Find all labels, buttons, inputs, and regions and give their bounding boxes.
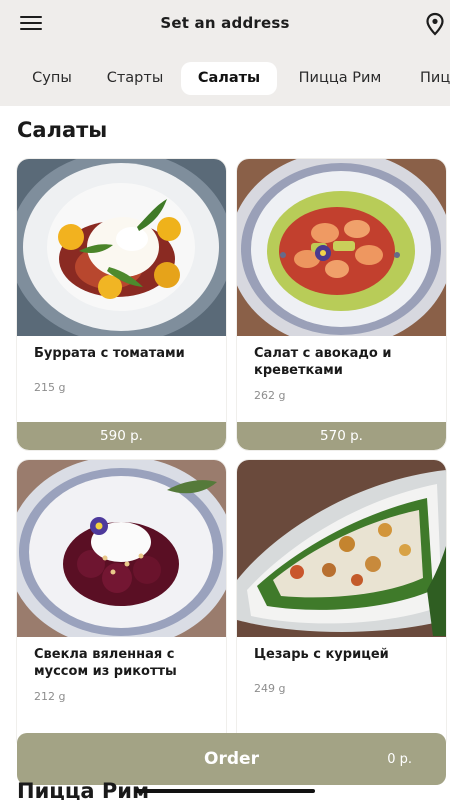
product-weight: 215 g (34, 381, 66, 394)
section-title: Салаты (17, 118, 108, 142)
product-photo (237, 159, 446, 336)
order-label: Order (204, 749, 259, 769)
order-total: 0 р. (387, 752, 412, 767)
map-pin-icon[interactable] (425, 12, 445, 36)
product-card[interactable]: Салат с авокадо и креветками 262 g 570 р… (237, 159, 446, 450)
tab-pizza-rome[interactable]: Пицца Рим (292, 62, 388, 95)
product-photo (17, 159, 226, 336)
product-weight: 212 g (34, 690, 66, 703)
product-card[interactable]: Цезарь с курицей 249 g (237, 460, 446, 751)
tab-soups[interactable]: Супы (30, 62, 74, 95)
product-card[interactable]: Буррата с томатами 215 g 590 р. (17, 159, 226, 450)
product-name: Цезарь с курицей (254, 647, 389, 662)
tab-starters[interactable]: Старты (106, 62, 164, 95)
price-button[interactable]: 590 р. (17, 422, 226, 450)
home-indicator (135, 789, 315, 793)
product-weight: 262 g (254, 389, 286, 402)
product-photo (237, 460, 446, 637)
tab-salads[interactable]: Салаты (181, 62, 277, 95)
address-title[interactable]: Set an address (0, 14, 450, 32)
product-card[interactable]: Свекла вяленная с муссом из рикотты 212 … (17, 460, 226, 751)
next-section-title: Пицца Рим (17, 779, 150, 800)
product-name: Свекла вяленная с муссом из рикотты (34, 647, 177, 679)
app-header: Set an address (0, 0, 450, 48)
product-name: Буррата с томатами (34, 346, 185, 361)
price-button[interactable]: 570 р. (237, 422, 446, 450)
tab-pizza[interactable]: Пиц (420, 62, 450, 95)
product-name: Салат с авокадо и креветками (254, 346, 392, 378)
product-weight: 249 g (254, 682, 286, 695)
product-photo (17, 460, 226, 637)
order-button[interactable]: Order 0 р. (17, 733, 446, 785)
category-tabs: Супы Старты Салаты Пицца Рим Пиц (0, 62, 450, 96)
